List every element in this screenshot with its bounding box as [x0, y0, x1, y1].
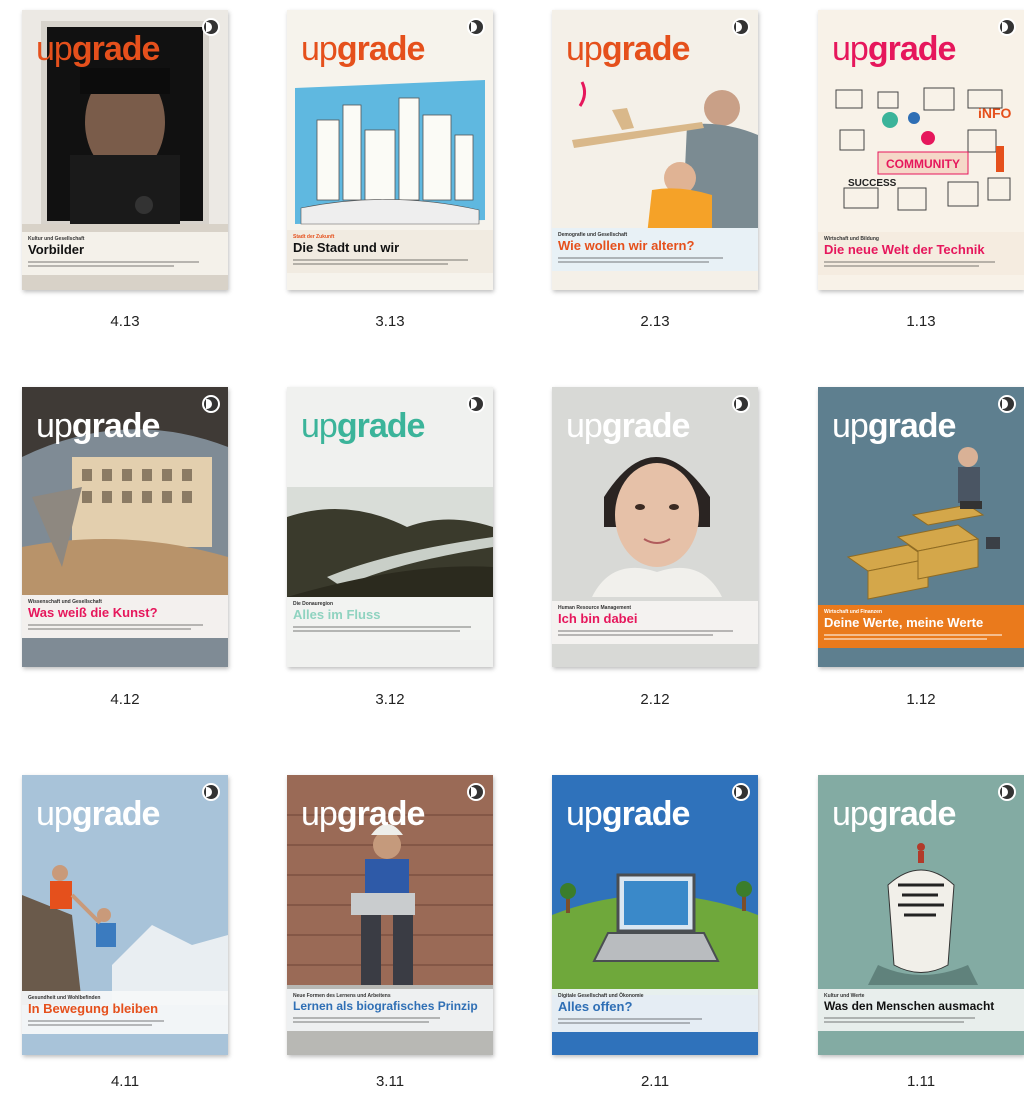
cover-image[interactable]: upgrade Human Resource Management Ich bi… — [552, 387, 758, 667]
brand-grade: grade — [601, 795, 691, 833]
issue-caption[interactable]: 2.12 — [552, 691, 758, 708]
cover-headline: Vorbilder — [28, 242, 85, 257]
brand-grade: grade — [601, 30, 691, 68]
issue-3-13[interactable]: upgrade Stadt der Zukunft Die Stadt und … — [287, 10, 493, 290]
issue-1-13[interactable]: COMMUNITY SUCCESS iNFO upgrade Wirtschaf… — [818, 10, 1024, 290]
svg-text:SUCCESS: SUCCESS — [848, 178, 897, 189]
cover-image[interactable]: upgrade Demografie und Gesellschaft Wie … — [552, 10, 758, 290]
issue-caption[interactable]: 1.13 — [818, 313, 1024, 330]
brand-up: up — [301, 795, 338, 833]
issue-2-11[interactable]: upgrade Digitale Gesellschaft und Ökonom… — [552, 775, 758, 1055]
cover-image[interactable]: COMMUNITY SUCCESS iNFO upgrade Wirtschaf… — [818, 10, 1024, 290]
logo-icon — [998, 783, 1016, 801]
cover-headline: Die Stadt und wir — [293, 240, 400, 255]
issue-caption[interactable]: 4.13 — [22, 313, 228, 330]
cover-headline: Deine Werte, meine Werte — [824, 615, 984, 630]
cover-image[interactable]: upgrade Gesundheit und Wohlbefinden In B… — [22, 775, 228, 1055]
logo-icon — [202, 783, 220, 801]
cover-image[interactable]: upgrade Stadt der Zukunft Die Stadt und … — [287, 10, 493, 290]
brand-up: up — [36, 30, 73, 68]
issue-1-12[interactable]: upgrade Wirtschaft und Finanzen Deine We… — [818, 387, 1024, 667]
magazine-cover-grid: upgrade Kultur und Gesellschaft Vorbilde… — [0, 0, 1024, 1099]
cover-headline: In Bewegung bleiben — [28, 1001, 159, 1016]
issue-caption[interactable]: 3.12 — [287, 691, 493, 708]
cover-headline: Was weiß die Kunst? — [28, 605, 158, 620]
cover-image[interactable]: upgrade Kultur und Werte Was den Mensche… — [818, 775, 1024, 1055]
cover-image[interactable]: upgrade Die Donauregion Alles im Fluss — [287, 387, 493, 667]
issue-caption[interactable]: 4.11 — [22, 1073, 228, 1090]
cover-headline: Die neue Welt der Technik — [824, 242, 985, 257]
logo-icon — [202, 395, 220, 413]
logo-icon — [998, 395, 1016, 413]
cover-image[interactable]: upgrade Wirtschaft und Finanzen Deine We… — [818, 387, 1024, 667]
cover-image[interactable]: upgrade Wissenschaft und Gesellschaft Wa… — [22, 387, 228, 667]
issue-caption[interactable]: 3.13 — [287, 313, 493, 330]
cover-headline: Alles offen? — [558, 999, 633, 1014]
logo-icon — [467, 18, 485, 36]
cover-headline: Alles im Fluss — [293, 607, 381, 622]
brand-grade: grade — [336, 407, 426, 445]
issue-2-12[interactable]: upgrade Human Resource Management Ich bi… — [552, 387, 758, 667]
issue-2-13[interactable]: upgrade Demografie und Gesellschaft Wie … — [552, 10, 758, 290]
brand-grade: grade — [601, 407, 691, 445]
logo-icon — [998, 18, 1016, 36]
brand-up: up — [566, 795, 603, 833]
cover-headline: Was den Menschen ausmacht — [824, 999, 995, 1013]
brand-up: up — [301, 30, 338, 68]
brand-grade: grade — [71, 30, 161, 68]
issue-caption[interactable]: 2.13 — [552, 313, 758, 330]
brand-grade: grade — [867, 795, 957, 833]
brand-grade: grade — [867, 30, 957, 68]
brand-grade: grade — [867, 407, 957, 445]
cover-headline: Ich bin dabei — [558, 611, 638, 626]
cover-headline: Lernen als biografisches Prinzip — [293, 999, 478, 1013]
issue-caption[interactable]: 1.12 — [818, 691, 1024, 708]
issue-3-11[interactable]: upgrade Neue Formen des Lernens und Arbe… — [287, 775, 493, 1055]
brand-up: up — [301, 407, 338, 445]
issue-4-12[interactable]: upgrade Wissenschaft und Gesellschaft Wa… — [22, 387, 228, 667]
brand-up: up — [566, 30, 603, 68]
issue-caption[interactable]: 2.11 — [552, 1073, 758, 1090]
svg-text:iNFO: iNFO — [978, 105, 1012, 121]
cover-image[interactable]: upgrade Kultur und Gesellschaft Vorbilde… — [22, 10, 228, 290]
brand-up: up — [36, 407, 73, 445]
logo-icon — [202, 18, 220, 36]
issue-4-13[interactable]: upgrade Kultur und Gesellschaft Vorbilde… — [22, 10, 228, 290]
brand-grade: grade — [71, 407, 161, 445]
issue-1-11[interactable]: upgrade Kultur und Werte Was den Mensche… — [818, 775, 1024, 1055]
svg-text:COMMUNITY: COMMUNITY — [886, 157, 960, 171]
logo-icon — [732, 395, 750, 413]
brand-up: up — [832, 795, 869, 833]
brand-grade: grade — [336, 30, 426, 68]
issue-caption[interactable]: 3.11 — [287, 1073, 493, 1090]
cover-image[interactable]: upgrade Neue Formen des Lernens und Arbe… — [287, 775, 493, 1055]
brand-up: up — [36, 795, 73, 833]
logo-icon — [732, 18, 750, 36]
logo-icon — [732, 783, 750, 801]
issue-caption[interactable]: 4.12 — [22, 691, 228, 708]
issue-4-11[interactable]: upgrade Gesundheit und Wohlbefinden In B… — [22, 775, 228, 1055]
brand-up: up — [832, 407, 869, 445]
cover-headline: Wie wollen wir altern? — [558, 238, 695, 253]
cover-image[interactable]: upgrade Digitale Gesellschaft und Ökonom… — [552, 775, 758, 1055]
brand-up: up — [566, 407, 603, 445]
brand-up: up — [832, 30, 869, 68]
logo-icon — [467, 783, 485, 801]
logo-icon — [467, 395, 485, 413]
brand-grade: grade — [336, 795, 426, 833]
brand-grade: grade — [71, 795, 161, 833]
issue-caption[interactable]: 1.11 — [818, 1073, 1024, 1090]
issue-3-12[interactable]: upgrade Die Donauregion Alles im Fluss — [287, 387, 493, 667]
